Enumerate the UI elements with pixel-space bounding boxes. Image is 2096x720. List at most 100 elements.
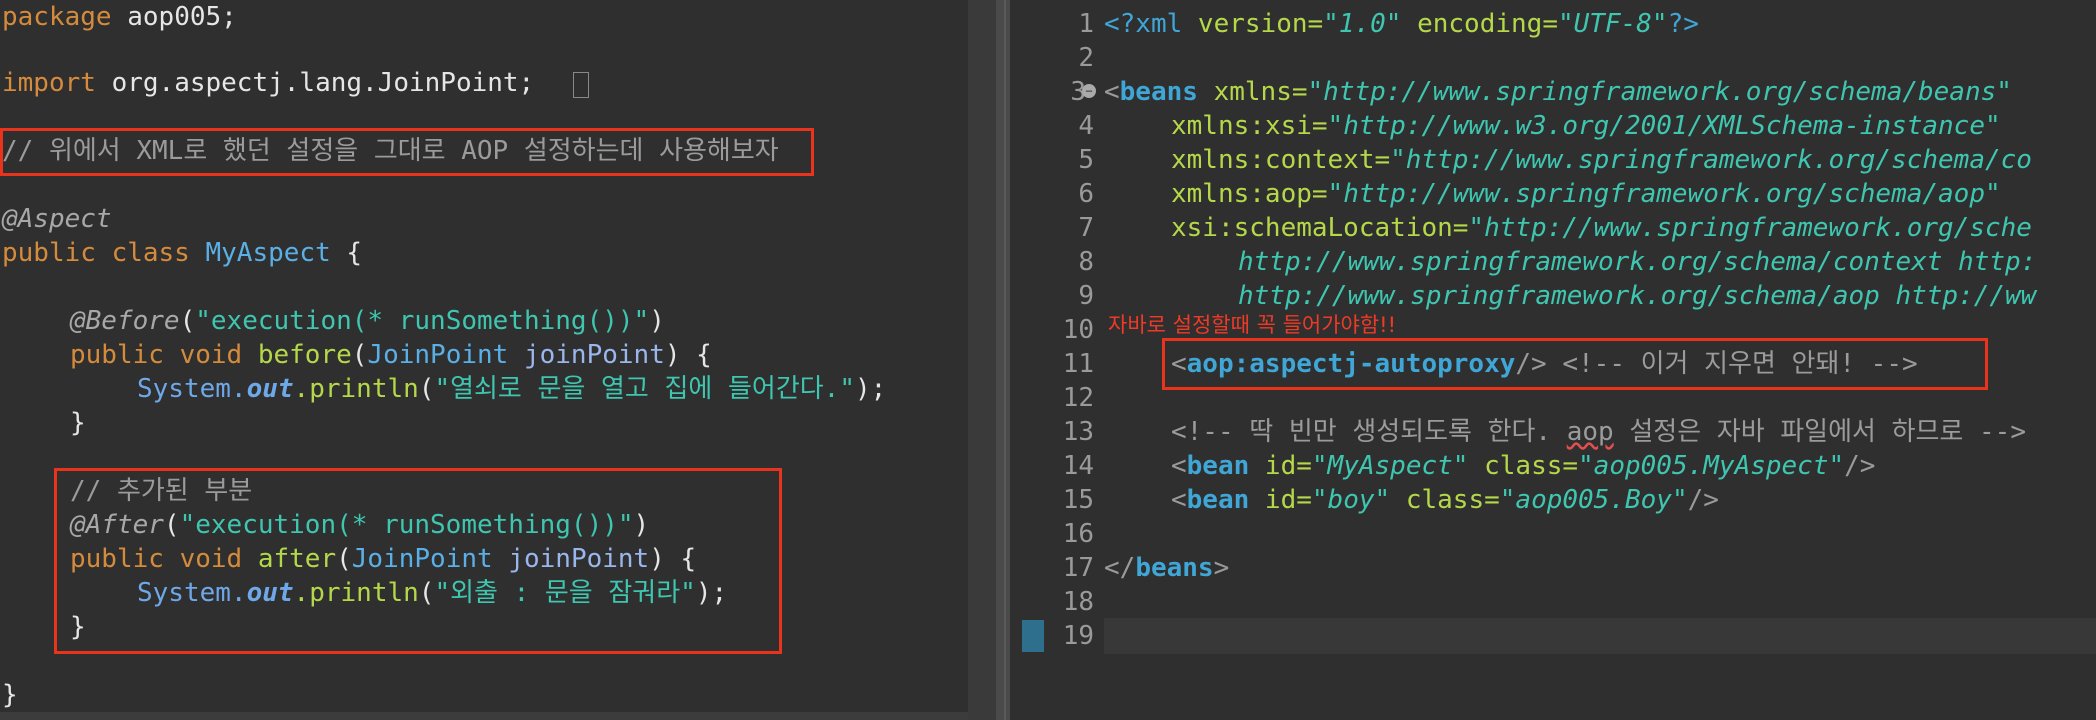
line-number: 1 xyxy=(1078,9,1094,39)
before-body: System.out.println("열쇠로 문을 열고 집에 들어간다.")… xyxy=(137,372,886,406)
attr-name: version= xyxy=(1197,9,1324,39)
keyword: package xyxy=(2,2,112,32)
attr-name: encoding= xyxy=(1401,9,1558,39)
attr-name: xmlns:context= xyxy=(1171,145,1391,175)
line-number-gutter[interactable]: 1 2 3 4 5 6 7 8 9 10 11 12 13 14 15 16 1… xyxy=(1010,0,1104,720)
tag-name: beans xyxy=(1119,77,1198,107)
keyword: import xyxy=(2,68,96,98)
attr-value: "http://www.springframework.org/sche xyxy=(1468,213,2032,243)
xml-line: <bean id="MyAspect" class="aop005.MyAspe… xyxy=(1171,449,1875,483)
tag-name: bean xyxy=(1186,451,1250,481)
pointcut-string: "execution(* runSomething())" xyxy=(195,306,650,336)
brace: } xyxy=(70,408,86,438)
vertical-scrollbar[interactable] xyxy=(968,0,996,720)
highlight-box-after-advice xyxy=(54,468,782,654)
import-name: org.aspectj.lang.JoinPoint; xyxy=(95,68,535,98)
line-number: 9 xyxy=(1078,281,1094,311)
highlight-box-autoproxy xyxy=(1162,338,1988,390)
attr-name: id= xyxy=(1249,451,1312,481)
code-line: import org.aspectj.lang.JoinPoint; xyxy=(2,66,534,100)
pane-divider[interactable] xyxy=(996,0,1010,720)
xml-line: <!-- 딱 빈만 생성되도록 한다. aop 설정은 자바 파일에서 하므로 … xyxy=(1171,415,2026,449)
tag-name: bean xyxy=(1186,485,1250,515)
tag-bracket: > xyxy=(1213,553,1230,583)
tag-name: beans xyxy=(1135,553,1214,583)
class-name: MyAspect xyxy=(205,238,331,268)
tag-bracket: </ xyxy=(1104,553,1136,583)
paren: ) xyxy=(649,306,665,336)
xml-editor[interactable]: 1 2 3 4 5 6 7 8 9 10 11 12 13 14 15 16 1… xyxy=(1010,0,2096,720)
attr-name: xmlns:aop= xyxy=(1171,179,1328,209)
line-number: 18 xyxy=(1062,587,1094,617)
tag-bracket: < xyxy=(1171,451,1187,481)
line-number: 4 xyxy=(1078,111,1094,141)
line-number: 13 xyxy=(1062,417,1094,447)
attr-value: "MyAspect" xyxy=(1311,451,1469,481)
xml-line: xsi:schemaLocation="http://www.springfra… xyxy=(1171,211,2032,245)
attr-name: xmlns= xyxy=(1197,77,1308,107)
attr-name: xsi:schemaLocation= xyxy=(1171,213,1469,243)
line-number: 6 xyxy=(1078,179,1094,209)
attr-name: class= xyxy=(1468,451,1579,481)
attr-value: "UTF-8" xyxy=(1557,9,1668,39)
xml-comment: 설정은 자바 파일에서 하므로 --> xyxy=(1613,417,2026,447)
paren: ); xyxy=(854,374,887,404)
tag-bracket: < xyxy=(1104,77,1120,107)
xml-line: <beans xmlns="http://www.springframework… xyxy=(1104,75,2012,109)
xml-line: http://www.springframework.org/schema/co… xyxy=(1238,247,2037,277)
method-name: before xyxy=(257,340,352,370)
field-ref: out xyxy=(246,374,294,404)
xml-line: </beans> xyxy=(1104,551,1229,585)
line-number: 8 xyxy=(1078,247,1094,277)
aspect-annotation: @Aspect xyxy=(2,204,112,234)
tag-bracket: /> xyxy=(1844,451,1876,481)
java-editor[interactable]: package aop005; import org.aspectj.lang.… xyxy=(0,0,968,720)
line-number: 15 xyxy=(1062,485,1094,515)
attr-value: "http://www.springframework.org/schema/c… xyxy=(1390,145,2032,175)
line-number: 10 xyxy=(1062,315,1094,345)
line-number: 12 xyxy=(1062,383,1094,413)
attr-name: xmlns:xsi= xyxy=(1171,111,1328,141)
annotation-text: 자바로 설정할때 꼭 들어가야함!! xyxy=(1108,313,1397,337)
fold-collapse-icon[interactable]: − xyxy=(1082,84,1096,98)
keyword: public class xyxy=(2,238,206,268)
line-number: 19 xyxy=(1062,621,1094,651)
paren: ( xyxy=(418,374,435,404)
attr-name: class= xyxy=(1390,485,1500,515)
tag-bracket: /> xyxy=(1687,485,1719,515)
code-line: package aop005; xyxy=(2,0,237,34)
spelling-marked-word: aop xyxy=(1566,417,1614,447)
attr-value: "aop005.MyAspect" xyxy=(1578,451,1845,481)
line-number: 7 xyxy=(1078,213,1094,243)
xml-line: xmlns:xsi="http://www.w3.org/2001/XMLSch… xyxy=(1171,109,2001,143)
method-call: .println xyxy=(293,374,419,404)
divider-line xyxy=(1004,0,1006,720)
attr-value: "aop005.Boy" xyxy=(1499,485,1688,515)
paren: ( xyxy=(351,340,368,370)
highlight-box-comment xyxy=(0,128,814,176)
line-number: 14 xyxy=(1062,451,1094,481)
attr-value: "http://www.springframework.org/schema/b… xyxy=(1307,77,2012,107)
xml-line: xmlns:context="http://www.springframewor… xyxy=(1171,143,2032,177)
attr-value: "http://www.w3.org/2001/XMLSchema-instan… xyxy=(1327,111,2001,141)
attr-value: "1.0" xyxy=(1323,9,1402,39)
attr-name: id= xyxy=(1249,485,1312,515)
paren: ( xyxy=(179,306,196,336)
xml-comment: <!-- 딱 빈만 생성되도록 한다. xyxy=(1171,417,1567,447)
attr-value: "boy" xyxy=(1311,485,1391,515)
caret-marker-icon xyxy=(1022,620,1044,652)
line-number: 2 xyxy=(1078,43,1094,73)
annotation: @Before xyxy=(70,306,180,336)
package-name: aop005; xyxy=(111,2,237,32)
line-number: 17 xyxy=(1062,553,1094,583)
before-annotation: @Before("execution(* runSomething())") xyxy=(70,304,665,338)
tag-bracket: < xyxy=(1171,485,1187,515)
horizontal-scrollbar[interactable] xyxy=(0,712,968,720)
class-declaration: public class MyAspect { xyxy=(2,236,362,270)
class-ref: System. xyxy=(137,374,247,404)
import-fold-marker[interactable] xyxy=(573,72,589,98)
attr-value: "http://www.springframework.org/schema/a… xyxy=(1327,179,2001,209)
line-number: 16 xyxy=(1062,519,1094,549)
paren: ) { xyxy=(664,340,712,370)
keyword: public void xyxy=(70,340,258,370)
